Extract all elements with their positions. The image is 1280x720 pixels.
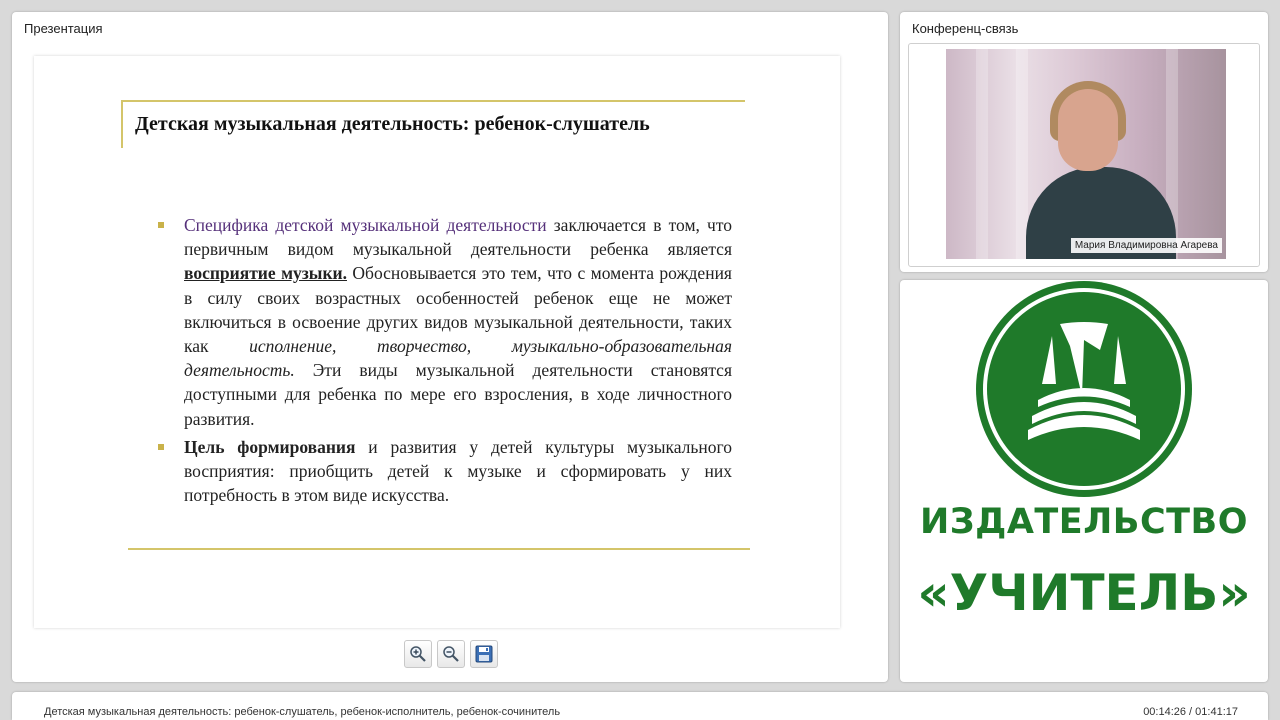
webcam-video[interactable]: Мария Владимировна Агарева (946, 49, 1226, 259)
lecture-title: Детская музыкальная деятельность: ребено… (44, 706, 561, 718)
zoom-out-icon (443, 646, 459, 662)
paragraph-lead: Специфика детской музыкальной деятельнос… (184, 215, 547, 235)
slide-paragraph-2: Цель формирования и развития у детей кул… (184, 435, 732, 508)
video-frame: Мария Владимировна Агарева (908, 43, 1260, 267)
conference-panel-title: Конференц-связь (912, 21, 1019, 36)
conference-panel: Конференц-связь Мария Владимировна Агаре… (900, 12, 1268, 272)
speaker-head (1058, 89, 1118, 171)
slide-paragraph-1: Специфика детской музыкальной деятельнос… (184, 213, 732, 431)
slide-title: Детская музыкальная деятельность: ребено… (135, 113, 650, 135)
book-emblem-icon (976, 281, 1192, 497)
slide-title-frame: Детская музыкальная деятельность: ребено… (121, 100, 745, 148)
publisher-name-line1: ИЗДАТЕЛЬСТВО (920, 502, 1248, 542)
paragraph-emphasis: восприятие музыки. (184, 263, 347, 284)
slide: Детская музыкальная деятельность: ребено… (34, 56, 840, 628)
bullet-marker (158, 444, 164, 450)
publisher-name-line2: «УЧИТЕЛЬ» (917, 564, 1251, 622)
zoom-out-button[interactable] (437, 640, 465, 668)
zoom-in-icon (410, 646, 426, 662)
slide-divider (128, 548, 750, 550)
floppy-disk-icon (475, 645, 493, 663)
speaker-name-label: Мария Владимировна Агарева (1070, 238, 1222, 253)
presentation-panel-title: Презентация (24, 21, 103, 36)
zoom-in-button[interactable] (404, 640, 432, 668)
curtain-fold (976, 49, 988, 259)
presentation-panel: Презентация Детская музыкальная деятельн… (12, 12, 888, 682)
bullet-marker (158, 222, 164, 228)
save-button[interactable] (470, 640, 498, 668)
status-bar: Детская музыкальная деятельность: ребено… (12, 692, 1268, 720)
publisher-logo-panel: ИЗДАТЕЛЬСТВО «УЧИТЕЛЬ» (900, 280, 1268, 682)
playback-time: 00:14:26 / 01:41:17 (1143, 706, 1238, 718)
paragraph-lead: Цель формирования (184, 437, 356, 457)
